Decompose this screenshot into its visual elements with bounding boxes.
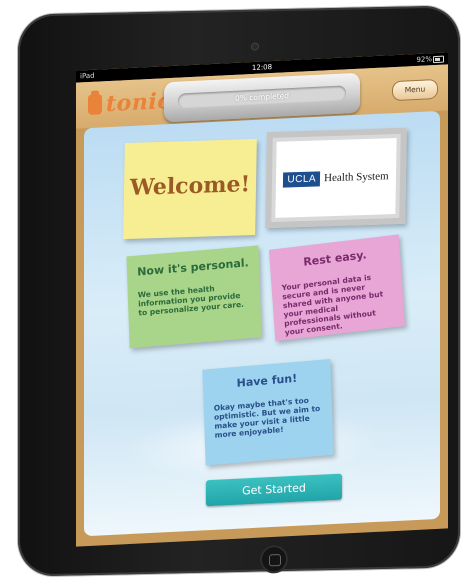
have-fun-note-title: Have fun! xyxy=(236,371,298,390)
app-logo: tonic xyxy=(88,88,171,118)
progress-label: 0% completed xyxy=(234,91,290,103)
personal-note-title: Now it's personal. xyxy=(136,256,249,279)
battery-icon xyxy=(433,55,444,64)
clipboard-clip: 0% completed xyxy=(164,72,360,123)
home-button[interactable] xyxy=(260,544,288,574)
have-fun-note-body: Okay maybe that's too optimistic. But we… xyxy=(213,395,321,440)
personal-note-body: We use the health information you provid… xyxy=(137,284,245,318)
rest-easy-note: Rest easy. Your personal data is secure … xyxy=(268,234,406,342)
battery-percent: 92% xyxy=(416,55,432,64)
progress-bar: 0% completed xyxy=(178,85,346,109)
ucla-badge: UCLA xyxy=(283,170,321,188)
welcome-title: Welcome! xyxy=(129,171,251,201)
rest-easy-note-title: Rest easy. xyxy=(302,248,367,269)
rest-easy-note-body: Your personal data is secure and is neve… xyxy=(281,272,384,338)
bottle-icon xyxy=(88,94,102,116)
clipboard-board: Welcome! UCLA Health System Now it's per… xyxy=(84,110,440,537)
welcome-note: Welcome! xyxy=(123,138,257,240)
menu-button[interactable]: Menu xyxy=(392,78,438,102)
ipad-frame: iPad 12:08 92% tonic 0% completed Menu W… xyxy=(18,5,460,577)
camera-icon xyxy=(252,43,258,50)
sponsor-logo: UCLA Health System xyxy=(275,137,397,218)
app-screen: iPad 12:08 92% tonic 0% completed Menu W… xyxy=(76,52,448,547)
health-system-label: Health System xyxy=(324,170,389,185)
get-started-button[interactable]: Get Started xyxy=(206,473,342,507)
have-fun-note: Have fun! Okay maybe that's too optimist… xyxy=(202,358,334,466)
sponsor-logo-card: UCLA Health System xyxy=(265,127,407,229)
personal-note: Now it's personal. We use the health inf… xyxy=(126,245,262,349)
logo-text: tonic xyxy=(106,87,172,118)
